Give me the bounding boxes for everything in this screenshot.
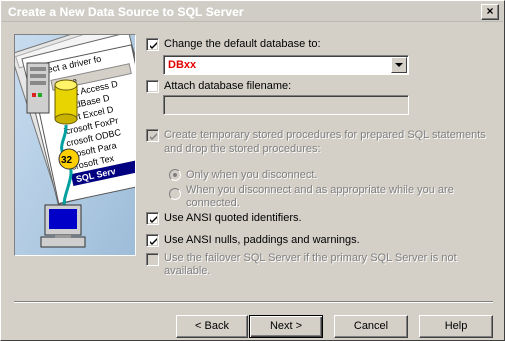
server-icon [26,62,50,114]
database-cylinder-icon [54,79,78,125]
cancel-button[interactable]: Cancel [334,315,408,338]
computer-icon [40,204,86,248]
only-when-disconnect-label: Only when you disconnect. [186,169,318,181]
failover-server-label-line2: available. [164,265,211,277]
database-value: DBxx [168,59,197,71]
illustration-graphic: Select a driver fo Name rosoft Access D … [15,35,135,255]
disconnect-and-connected-label-line1: When you disconnect and as appropriate w… [186,184,454,196]
temp-stored-procedures-label-line2: and drop the stored procedures: [164,143,321,155]
temp-stored-procedures-checkbox[interactable] [146,129,159,142]
dropdown-button[interactable] [391,57,407,73]
close-icon: × [486,4,494,18]
dialog-window: Create a New Data Source to SQL Server × [0,0,505,341]
default-database-select[interactable]: DBxx [163,55,409,75]
next-button[interactable]: Next > [249,315,323,338]
wizard-illustration: Select a driver fo Name rosoft Access D … [14,34,136,256]
ansi-nulls-checkbox[interactable] [146,234,159,247]
disconnect-and-connected-label-line2: connected. [186,197,240,209]
attach-database-filename-label: Attach database filename: [164,80,292,92]
change-default-database-checkbox[interactable] [146,38,159,51]
button-separator [14,301,493,303]
failover-server-label-line1: Use the failover SQL Server if the prima… [164,252,457,264]
change-default-database-label: Change the default database to: [164,38,321,50]
ansi-quoted-identifiers-checkbox[interactable] [146,212,159,225]
title-bar: Create a New Data Source to SQL Server × [2,2,503,22]
only-when-disconnect-radio[interactable] [169,169,181,181]
help-button[interactable]: Help [419,315,493,338]
failover-server-checkbox[interactable] [146,253,159,266]
chevron-down-icon [395,63,403,67]
close-button[interactable]: × [481,4,499,20]
disconnect-and-connected-radio[interactable] [169,188,181,200]
ansi-nulls-label: Use ANSI nulls, paddings and warnings. [164,234,360,246]
attach-database-filename-checkbox[interactable] [146,80,159,93]
temp-stored-procedures-label-line1: Create temporary stored procedures for p… [164,129,486,141]
window-title: Create a New Data Source to SQL Server [8,5,244,19]
back-button[interactable]: < Back [176,315,248,338]
bit-badge: 32 [61,155,73,166]
database-filename-input[interactable] [163,95,409,115]
ansi-quoted-identifiers-label: Use ANSI quoted identifiers. [164,212,302,224]
